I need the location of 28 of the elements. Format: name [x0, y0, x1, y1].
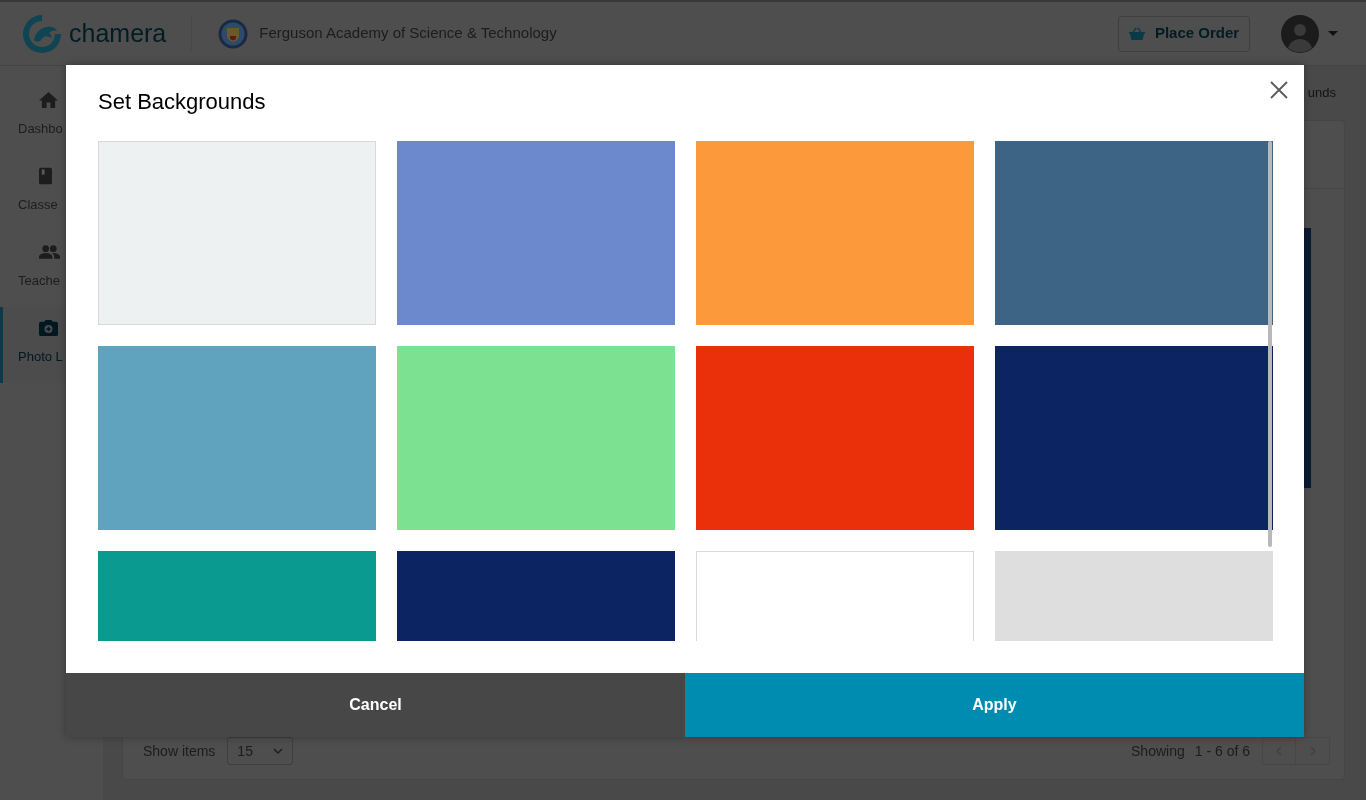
home-icon [39, 91, 58, 109]
apply-button[interactable]: Apply [685, 673, 1304, 737]
previous-page-button[interactable] [1262, 737, 1296, 765]
color-swatch[interactable] [995, 346, 1273, 530]
color-swatch[interactable] [98, 551, 376, 641]
close-icon [1270, 81, 1288, 99]
dialog-title: Set Backgrounds [98, 88, 266, 116]
bird-logo-icon[interactable] [22, 13, 62, 54]
color-swatch[interactable] [995, 141, 1273, 325]
cancel-button[interactable]: Cancel [66, 673, 685, 737]
color-swatch[interactable] [397, 551, 675, 641]
logo-text: chamera [69, 21, 167, 46]
color-swatch[interactable] [98, 346, 376, 530]
book-icon [39, 167, 52, 185]
close-button[interactable] [1270, 81, 1288, 99]
color-swatch[interactable] [696, 346, 974, 530]
caret-icon[interactable] [1328, 31, 1338, 36]
basket-icon [1128, 27, 1145, 40]
color-swatch[interactable] [696, 141, 974, 325]
color-swatch[interactable] [397, 141, 675, 325]
avatar-icon[interactable] [1281, 14, 1319, 53]
place-order-button[interactable]: Place Order [1118, 15, 1250, 52]
people-icon [39, 243, 60, 261]
crest-icon [218, 18, 249, 49]
scrollbar[interactable] [1268, 141, 1272, 547]
next-page-button[interactable] [1296, 737, 1330, 765]
chevron-down-icon [273, 748, 284, 754]
camera-icon [39, 319, 58, 337]
